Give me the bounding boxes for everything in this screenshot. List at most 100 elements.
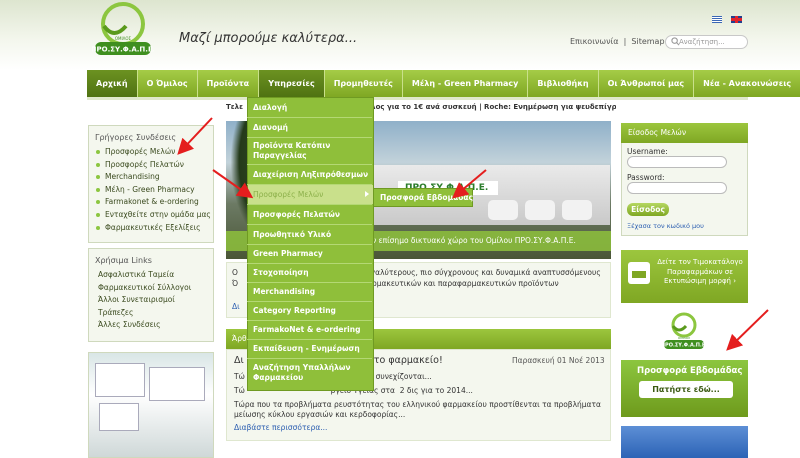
forgot-password-link[interactable]: Ξέχασα τον κωδικό μου (627, 222, 704, 230)
quick-link-farmakonet[interactable]: Farmakonet & e-ordering (96, 196, 213, 209)
useful-link-cooperatives[interactable]: Άλλοι Συνεταιρισμοί (98, 294, 213, 307)
quick-link-label[interactable]: Ενταχθείτε στην ομάδα μας (105, 210, 211, 219)
contact-link[interactable]: Επικοινωνία (570, 37, 619, 46)
dd-separator (247, 184, 372, 185)
nav-services[interactable]: Υπηρεσίες (259, 70, 325, 97)
ticker-prefix: Τελε (226, 103, 243, 111)
dd-item-farmakonet[interactable]: FarmakoNet & e-ordering (253, 325, 371, 335)
useful-link-other[interactable]: Άλλες Συνδέσεις (98, 319, 213, 332)
van-image (488, 200, 518, 220)
dd-item-promo-material[interactable]: Προωθητικό Υλικό (253, 230, 371, 240)
password-label: Password: (627, 173, 665, 182)
useful-link-associations[interactable]: Φαρμακευτικοί Σύλλογοι (98, 282, 213, 295)
dd-item-education[interactable]: Εκπαίδευση - Ενημέρωση (253, 344, 371, 354)
articles-title: Άρθ (232, 334, 247, 343)
password-field[interactable] (627, 182, 727, 194)
quick-link-label[interactable]: Μέλη - Green Pharmacy (105, 185, 195, 194)
ticker-text[interactable]: κίλος για το 1€ ανά συσκευή | Roche: Ενη… (363, 103, 616, 111)
dd-item-expired[interactable]: Διαχείριση Ληξιπρόθεσμων (253, 170, 371, 180)
quick-link-customer-offers[interactable]: Προσφορές Πελατών (96, 159, 213, 172)
dd-item-merchandising[interactable]: Merchandising (253, 287, 371, 297)
login-button[interactable]: Είσοδος (627, 203, 669, 216)
dd-item-category-reporting[interactable]: Category Reporting (253, 306, 371, 316)
nav-shadow (87, 97, 748, 100)
screenshot-thumb (95, 363, 145, 397)
svg-text:ΟΜΙΛΟΣ: ΟΜΙΛΟΣ (115, 36, 132, 41)
nav-home[interactable]: Αρχική (87, 70, 138, 97)
submenu-arrow-icon (365, 191, 369, 197)
english-flag-icon[interactable] (731, 16, 742, 23)
dd-item-targeting[interactable]: Στοχοποίηση (253, 268, 371, 278)
quick-link-label[interactable]: Προσφορές Μελών (105, 147, 175, 156)
screenshot-thumb (149, 367, 205, 401)
quick-links-title: Γρήγορες Συνδέσεις (95, 133, 177, 142)
van-image (525, 200, 555, 220)
quick-link-join[interactable]: Ενταχθείτε στην ομάδα μας (96, 209, 213, 222)
useful-link-banks[interactable]: Τράπεζες (98, 307, 213, 320)
article-date: Παρασκευή 01 Νοέ 2013 (512, 356, 605, 365)
screenshot-thumb (99, 403, 139, 431)
van-image (562, 200, 592, 220)
dropdown-items: Διαλογή Διανομή Προϊόντα Κατόπιν Παραγγε… (247, 97, 374, 391)
prosyfape-logo[interactable]: ΠΡΟ.ΣΥ.Φ.Α.Π.Ε. ΟΜΙΛΟΣ (92, 2, 154, 64)
dd-separator (247, 244, 372, 245)
dd-item-staff-search[interactable]: Αναζήτηση Υπαλλήλων Φαρμακείου (253, 363, 371, 383)
nav-products[interactable]: Προϊόντα (197, 70, 260, 97)
nav-group[interactable]: Ο Όμιλος (137, 70, 198, 97)
dd-item-green-pharmacy[interactable]: Green Pharmacy (253, 249, 371, 259)
submenu-weekly-offer-label[interactable]: Προσφορά Εβδομάδας (380, 193, 473, 202)
bullet-icon (96, 200, 100, 205)
dd-item-distribution[interactable]: Διανομή (253, 123, 371, 133)
quick-link-label[interactable]: Φαρμακευτικές Εξελίξεις (105, 223, 201, 232)
quick-link-label[interactable]: Προσφορές Πελατών (105, 160, 184, 169)
username-field[interactable] (627, 156, 727, 168)
nav-members-green-pharmacy[interactable]: Μέλη - Green Pharmacy (402, 70, 529, 97)
article-body: Τώρα που τα προβλήματα ρευστότητας του ε… (234, 400, 601, 419)
bullet-icon (96, 212, 100, 217)
quick-link-developments[interactable]: Φαρμακευτικές Εξελίξεις (96, 222, 213, 235)
article-read-more-link[interactable]: Διαβάστε περισσότερα... (234, 423, 327, 432)
nav-people[interactable]: Οι Άνθρωποί μας (598, 70, 695, 97)
dd-separator (247, 137, 372, 138)
quick-link-member-offers[interactable]: Προσφορές Μελών (96, 146, 213, 159)
weekly-offer-button[interactable]: Πατήστε εδώ... (639, 381, 733, 398)
printer-icon (628, 262, 650, 284)
main-nav: Αρχική Ο Όμιλος Προϊόντα Υπηρεσίες Προμη… (87, 70, 800, 97)
nav-library[interactable]: Βιβλιοθήκη (528, 70, 599, 97)
greek-flag-icon[interactable] (712, 16, 722, 23)
dd-separator (247, 164, 372, 165)
hero-caption: ν επίσημο δικτυακό χώρο του Ομίλου ΠΡΟ.Σ… (372, 236, 576, 245)
dd-item-customer-offers[interactable]: Προσφορές Πελατών (253, 210, 371, 220)
dd-separator (247, 301, 372, 302)
top-links: Επικοινωνία | Sitemap (570, 37, 665, 46)
dd-item-sorting[interactable]: Διαλογή (253, 103, 371, 113)
nav-news[interactable]: Νέα - Ανακοινώσεις (694, 70, 800, 97)
slogan: Μαζί μπορούμε καλύτερα... (179, 31, 358, 46)
top-links-separator: | (623, 37, 627, 46)
bullet-icon (96, 150, 100, 154)
prosyfape-logo-small: ΠΡΟ.ΣΥ.Φ.Α.Π.Ε. ΟΜΙΛΟΣ (662, 312, 706, 349)
dd-separator (247, 282, 372, 283)
quick-link-green-pharmacy[interactable]: Μέλη - Green Pharmacy (96, 184, 213, 197)
blue-banner[interactable] (621, 426, 748, 458)
useful-link-insurance[interactable]: Ασφαλιστικά Ταμεία (98, 269, 213, 282)
dd-separator (247, 117, 372, 118)
svg-text:ΠΡΟ.ΣΥ.Φ.Α.Π.Ε.: ΠΡΟ.ΣΥ.Φ.Α.Π.Ε. (662, 343, 706, 349)
sitemap-link[interactable]: Sitemap (631, 37, 664, 46)
quick-link-label[interactable]: Farmakonet & e-ordering (105, 197, 199, 206)
bullet-icon (96, 187, 100, 192)
dd-item-order-products[interactable]: Προϊόντα Κατόπιν Παραγγελίας (253, 141, 371, 161)
search-icon[interactable] (671, 37, 680, 46)
bullet-icon (96, 175, 100, 180)
quick-link-label[interactable]: Merchandising (105, 172, 160, 181)
farmakonet-promo-image[interactable] (88, 352, 214, 458)
nav-suppliers[interactable]: Προμηθευτές (324, 70, 403, 97)
quick-link-merchandising[interactable]: Merchandising (96, 171, 213, 184)
dd-item-member-offers[interactable]: Προσφορές Μελών (253, 190, 371, 200)
intro-read-more-link[interactable]: Δι (232, 302, 240, 311)
useful-links-title: Χρήσιμα Links (95, 256, 152, 265)
login-title: Είσοδος Μελών (628, 128, 687, 137)
dd-separator (247, 358, 372, 359)
quick-links-panel: Γρήγορες Συνδέσεις Προσφορές Μελών Προσφ… (88, 125, 214, 243)
pricelist-text[interactable]: Δείτε τον Τιμοκατάλογο Παραφαρμάκων σε Ε… (656, 258, 744, 287)
